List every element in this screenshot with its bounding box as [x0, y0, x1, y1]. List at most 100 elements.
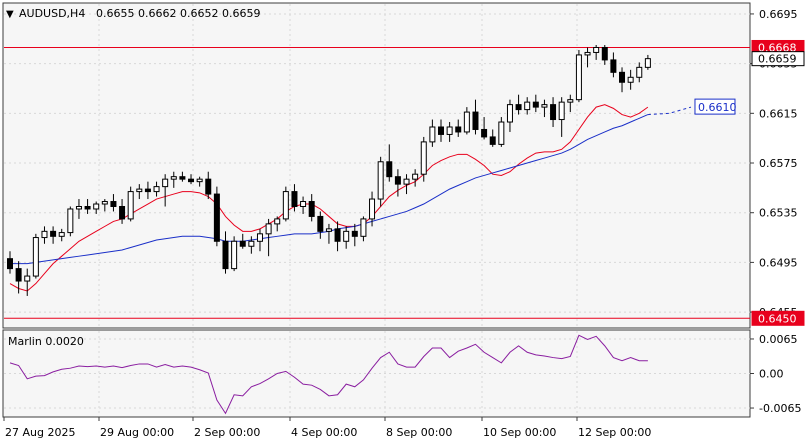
candle-body	[429, 126, 436, 143]
candle-body	[575, 54, 582, 101]
candle-body	[41, 230, 48, 239]
dropdown-arrow-icon[interactable]: ▼	[6, 9, 14, 20]
time-tick-label: 29 Aug 00:00	[100, 426, 174, 439]
candle-body	[75, 205, 82, 210]
candle-body	[627, 76, 634, 83]
candle	[127, 186, 134, 222]
candle-body	[256, 233, 263, 242]
candle-body	[481, 128, 488, 138]
candle-body	[515, 104, 522, 111]
time-tick-label: 12 Sep 00:00	[578, 426, 651, 439]
candle-body	[420, 141, 427, 175]
price-tick-label: 0.6695	[759, 8, 798, 21]
candle-body	[93, 203, 100, 210]
indicator-tick-label: 0.00	[759, 368, 784, 381]
indicator-tick-label: -0.0065	[759, 402, 801, 415]
time-tick-label: 4 Sep 00:00	[291, 426, 357, 439]
candle-body	[610, 59, 617, 73]
candle-body	[412, 173, 419, 180]
candle-body	[567, 99, 574, 103]
candle-body	[205, 178, 212, 195]
candle-body	[343, 230, 350, 242]
candle-body	[179, 176, 186, 180]
time-tick-label: 2 Sep 00:00	[194, 426, 260, 439]
candle-body	[524, 101, 531, 111]
time-tick-label: 8 Sep 00:00	[386, 426, 452, 439]
main-price-panel[interactable]	[2, 2, 751, 329]
candle-body	[144, 188, 151, 193]
price-tick-label: 0.6575	[759, 157, 798, 170]
candle-body	[248, 240, 255, 247]
candle-body	[32, 237, 39, 277]
candle-body	[472, 111, 479, 130]
candle-body	[282, 191, 289, 220]
candle-body	[170, 176, 177, 180]
candle-body	[110, 201, 117, 207]
candle-body	[265, 223, 272, 235]
candle-body	[377, 161, 384, 200]
candle	[498, 117, 505, 147]
candle-body	[101, 201, 108, 205]
candle	[67, 206, 74, 237]
candle	[282, 186, 289, 222]
candle-body	[593, 46, 600, 53]
candle	[231, 236, 238, 272]
candle-body	[455, 126, 462, 133]
ohlc-values: 0.6655 0.6662 0.6652 0.6659	[96, 7, 260, 20]
candle-body	[231, 240, 238, 270]
candle	[32, 233, 39, 279]
candle-body	[50, 230, 57, 237]
candle-body	[213, 193, 220, 242]
candle-body	[550, 104, 557, 121]
candle-body	[360, 218, 367, 237]
price-tick-label: 0.6535	[759, 207, 798, 220]
candle-body	[300, 201, 307, 207]
candle-body	[274, 218, 281, 225]
candle-body	[317, 215, 324, 232]
candle-body	[58, 232, 65, 237]
candle-body	[558, 101, 565, 121]
candle	[377, 156, 384, 207]
ma-value-text: 0.6610	[698, 101, 737, 114]
candle-body	[222, 240, 229, 270]
time-tick-label: 10 Sep 00:00	[483, 426, 556, 439]
candle-body	[394, 176, 401, 185]
candle-body	[506, 104, 513, 123]
candle-body	[489, 136, 496, 145]
symbol-label: AUDUSD,H4	[19, 7, 85, 20]
candle	[213, 186, 220, 247]
candle-body	[386, 161, 393, 178]
candle-body	[446, 126, 453, 135]
candle-body	[239, 240, 246, 247]
indicator-tick-label: 0.0065	[759, 333, 798, 346]
candle	[575, 49, 582, 103]
candle-body	[532, 101, 539, 108]
candle-body	[127, 191, 134, 220]
candle-body	[541, 104, 548, 108]
candle-body	[162, 178, 169, 188]
candle-body	[153, 186, 160, 193]
price-tick-label: 0.6495	[759, 256, 798, 269]
candle-body	[291, 191, 298, 207]
candle-body	[325, 228, 332, 232]
candle-body	[188, 178, 195, 183]
price-tick-label: 0.6615	[759, 107, 798, 120]
candle-body	[403, 178, 410, 185]
candle-body	[498, 121, 505, 145]
candle-body	[463, 111, 470, 133]
candle-body	[308, 201, 315, 217]
time-tick-label: 27 Aug 2025	[5, 426, 75, 439]
candle-body	[601, 46, 608, 61]
support-price-badge-text: 0.6450	[758, 312, 797, 325]
current-price-badge-text: 0.6659	[758, 53, 797, 66]
candle-body	[15, 268, 22, 282]
candle-body	[334, 228, 341, 242]
candle-body	[136, 188, 143, 193]
candle-body	[369, 198, 376, 220]
candle-body	[67, 208, 74, 234]
candle-body	[84, 205, 91, 210]
candle-body	[584, 51, 591, 56]
chart-canvas: 0.66950.66550.66150.65750.65350.64950.64…	[2, 2, 805, 439]
candle-body	[7, 258, 13, 270]
candle-body	[351, 230, 358, 237]
